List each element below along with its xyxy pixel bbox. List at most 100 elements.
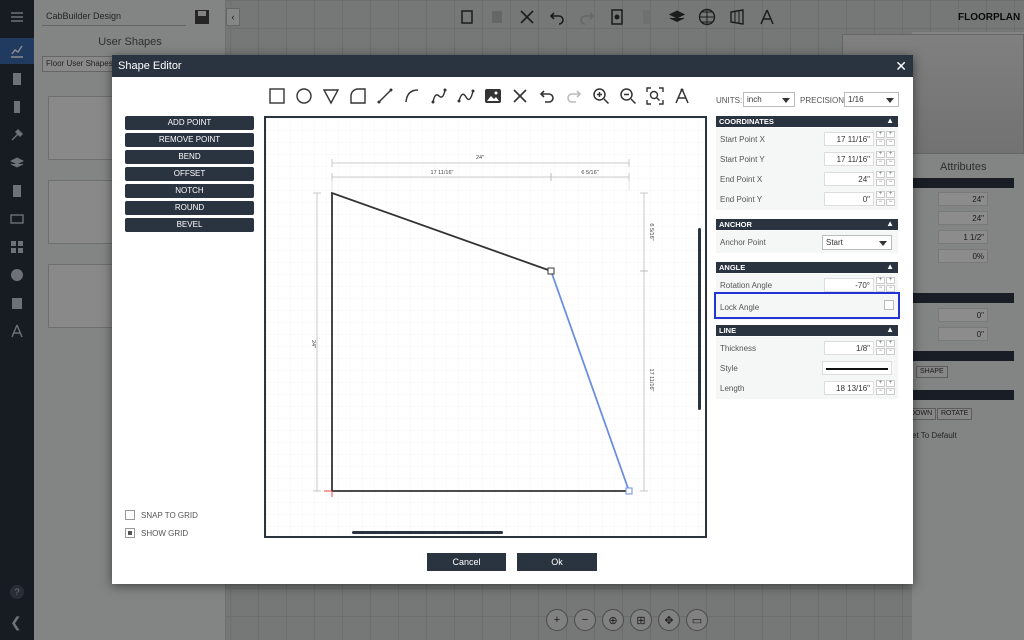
round-button[interactable]: ROUND bbox=[125, 201, 254, 215]
thickness-label: Thickness bbox=[720, 344, 757, 353]
length-label: Length bbox=[720, 384, 745, 393]
dim-right-bottom: 17 11/16" bbox=[648, 369, 654, 392]
measure-icon[interactable] bbox=[671, 85, 693, 107]
units-row: UNITS: inch PRECISION: 1/16 bbox=[716, 91, 902, 109]
coordinates-header[interactable]: COORDINATES ▲ bbox=[716, 116, 898, 127]
start-y-row: Start Point Y 17 11/16" + + − − bbox=[716, 150, 898, 169]
anchor-header[interactable]: ANCHOR ▲ bbox=[716, 219, 898, 230]
remove-point-button[interactable]: REMOVE POINT bbox=[125, 133, 254, 147]
start-x-label: Start Point X bbox=[720, 135, 765, 144]
dim-top-right: 6 5/16" bbox=[581, 170, 598, 176]
units-select[interactable]: inch bbox=[743, 92, 795, 107]
start-y-stepper[interactable]: + + − − bbox=[876, 151, 896, 167]
anchor-section: Anchor Point Start bbox=[716, 231, 898, 253]
start-x-row: Start Point X 17 11/16" + + − − bbox=[716, 130, 898, 149]
snap-to-grid-label: SNAP TO GRID bbox=[141, 510, 198, 520]
units-label: UNITS: bbox=[716, 96, 743, 105]
notch-button[interactable]: NOTCH bbox=[125, 184, 254, 198]
vertex-handle[interactable] bbox=[625, 487, 633, 495]
end-y-stepper[interactable]: + + − − bbox=[876, 191, 896, 207]
quarter-circle-tool-icon[interactable] bbox=[347, 85, 369, 107]
end-x-stepper[interactable]: + + − − bbox=[876, 171, 896, 187]
delete-shape-icon[interactable] bbox=[509, 85, 531, 107]
circle-tool-icon[interactable] bbox=[293, 85, 315, 107]
style-label: Style bbox=[720, 364, 738, 373]
dim-left-total: 24" bbox=[310, 340, 316, 348]
lock-angle-checkbox[interactable] bbox=[884, 300, 894, 310]
zoom-in-icon[interactable] bbox=[590, 85, 612, 107]
anchor-select[interactable]: Start bbox=[822, 235, 892, 250]
end-x-row: End Point X 24" + + − − bbox=[716, 170, 898, 189]
line-style-select[interactable] bbox=[822, 361, 892, 375]
thickness-stepper[interactable]: + + − − bbox=[876, 340, 896, 356]
lock-angle-highlight bbox=[714, 292, 900, 319]
length-stepper[interactable]: + + − − bbox=[876, 380, 896, 396]
end-y-row: End Point Y 0" + + − − bbox=[716, 190, 898, 209]
zoom-out-icon[interactable] bbox=[617, 85, 639, 107]
show-grid-checkbox[interactable] bbox=[125, 528, 135, 538]
offset-button[interactable]: OFFSET bbox=[125, 167, 254, 181]
vertex-handle[interactable] bbox=[547, 267, 555, 275]
start-y-field[interactable]: 17 11/16" bbox=[824, 152, 874, 166]
snap-to-grid-option[interactable]: SNAP TO GRID bbox=[125, 510, 198, 520]
bend-button[interactable]: BEND bbox=[125, 150, 254, 164]
rectangle-tool-icon[interactable] bbox=[266, 85, 288, 107]
rotation-field[interactable]: -70° bbox=[824, 278, 874, 292]
vertical-scrollbar[interactable] bbox=[698, 228, 701, 410]
redo-icon[interactable] bbox=[563, 85, 585, 107]
cancel-button[interactable]: Cancel bbox=[427, 553, 506, 571]
end-x-label: End Point X bbox=[720, 175, 763, 184]
zoom-fit-icon[interactable] bbox=[644, 85, 666, 107]
rotation-stepper[interactable]: + + − − bbox=[876, 277, 896, 293]
add-point-button[interactable]: ADD POINT bbox=[125, 116, 254, 130]
length-field[interactable]: 18 13/16" bbox=[824, 381, 874, 395]
anchor-title: ANCHOR bbox=[719, 220, 752, 229]
show-grid-label: SHOW GRID bbox=[141, 528, 189, 538]
coordinates-title: COORDINATES bbox=[719, 117, 774, 126]
line-tool-icon[interactable] bbox=[374, 85, 396, 107]
triangle-tool-icon[interactable] bbox=[320, 85, 342, 107]
anchor-label: Anchor Point bbox=[720, 238, 766, 247]
angle-title: ANGLE bbox=[719, 263, 746, 272]
line-title: LINE bbox=[719, 326, 737, 335]
anchor-row: Anchor Point Start bbox=[716, 233, 898, 252]
thickness-row: Thickness 1/8" + + − − bbox=[716, 339, 898, 358]
end-y-field[interactable]: 0" bbox=[824, 192, 874, 206]
line-header[interactable]: LINE ▲ bbox=[716, 325, 898, 336]
undo-icon[interactable] bbox=[536, 85, 558, 107]
dim-right-top: 6 5/16" bbox=[648, 223, 654, 240]
dialog-title: Shape Editor bbox=[118, 60, 182, 72]
shape-drawing-canvas[interactable]: 24" 17 11/16" 6 5/16" 24" 6 5/16" 17 11/… bbox=[264, 116, 707, 538]
horizontal-scrollbar[interactable] bbox=[352, 531, 503, 534]
image-tool-icon[interactable] bbox=[482, 85, 504, 107]
chevron-up-icon[interactable]: ▲ bbox=[886, 219, 894, 228]
show-grid-option[interactable]: SHOW GRID bbox=[125, 528, 198, 538]
chevron-up-icon[interactable]: ▲ bbox=[886, 116, 894, 125]
curve-tool-icon[interactable] bbox=[428, 85, 450, 107]
dim-top-total: 24" bbox=[476, 155, 484, 161]
bevel-button[interactable]: BEVEL bbox=[125, 218, 254, 232]
length-row: Length 18 13/16" + + − − bbox=[716, 379, 898, 398]
grid-options: SNAP TO GRID SHOW GRID bbox=[125, 510, 198, 546]
close-icon[interactable]: ✕ bbox=[895, 58, 907, 75]
dim-top-left: 17 11/16" bbox=[431, 170, 454, 176]
angle-header[interactable]: ANGLE ▲ bbox=[716, 262, 898, 273]
start-x-stepper[interactable]: + + − − bbox=[876, 131, 896, 147]
start-x-field[interactable]: 17 11/16" bbox=[824, 132, 874, 146]
coordinates-section: Start Point X 17 11/16" + + − − Start Point… bbox=[716, 128, 898, 210]
precision-select[interactable]: 1/16 bbox=[844, 92, 899, 107]
dialog-header: Shape Editor ✕ bbox=[112, 55, 913, 77]
point-operations: ADD POINT REMOVE POINT BEND OFFSET NOTCH… bbox=[125, 116, 254, 232]
thickness-field[interactable]: 1/8" bbox=[824, 341, 874, 355]
snap-to-grid-checkbox[interactable] bbox=[125, 510, 135, 520]
end-x-field[interactable]: 24" bbox=[824, 172, 874, 186]
precision-label: PRECISION: bbox=[800, 96, 847, 105]
end-y-label: End Point Y bbox=[720, 195, 763, 204]
rotation-label: Rotation Angle bbox=[720, 281, 773, 290]
start-y-label: Start Point Y bbox=[720, 155, 765, 164]
chevron-up-icon[interactable]: ▲ bbox=[886, 325, 894, 334]
spline-tool-icon[interactable] bbox=[455, 85, 477, 107]
chevron-up-icon[interactable]: ▲ bbox=[886, 262, 894, 271]
arc-tool-icon[interactable] bbox=[401, 85, 423, 107]
ok-button[interactable]: Ok bbox=[517, 553, 597, 571]
